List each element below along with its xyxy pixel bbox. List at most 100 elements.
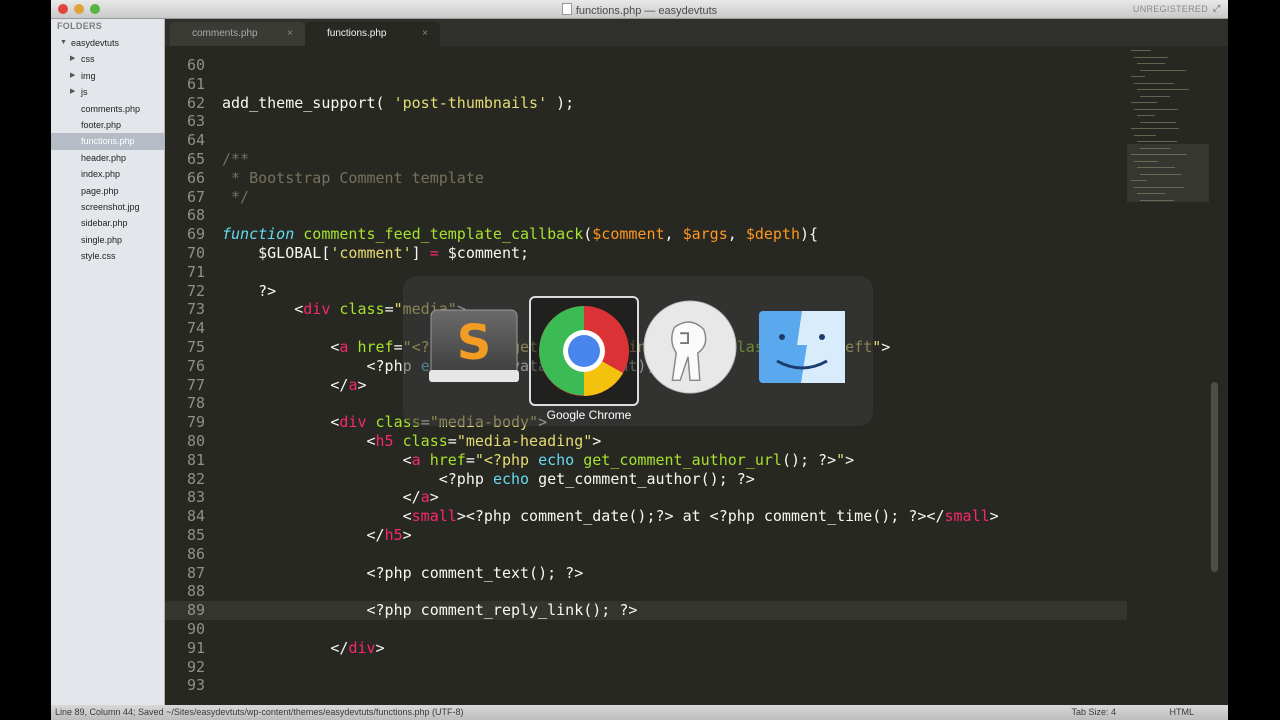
app-switcher: S Google Chrome <box>403 276 873 426</box>
code-line[interactable]: 85 </h5> <box>165 526 1205 545</box>
code-text: </a> <box>222 488 439 507</box>
google-chrome-app-icon[interactable] <box>529 296 639 406</box>
tab-bar: comments.php × functions.php × <box>165 19 1228 46</box>
folder-sidebar: FOLDERS ▼ easydevtuts ▶ css ▶ img ▶ js c… <box>51 19 165 705</box>
minimap-stroke <box>1134 82 1174 84</box>
code-line[interactable]: 66 * Bootstrap Comment template <box>165 169 1205 188</box>
minimap-stroke <box>1140 173 1182 175</box>
tab-size-selector[interactable]: Tab Size: 4 <box>1071 705 1116 720</box>
sublime-text-app-icon[interactable]: S <box>425 298 523 396</box>
code-text: * Bootstrap Comment template <box>222 168 484 187</box>
line-number: 62 <box>186 93 205 112</box>
close-tab-icon[interactable]: × <box>287 22 293 46</box>
code-line[interactable]: 86 <box>165 545 1205 564</box>
tab-comments-php[interactable]: comments.php × <box>170 22 305 46</box>
code-line[interactable]: 61 <box>165 75 1205 94</box>
line-number: 85 <box>186 526 205 544</box>
code-line[interactable]: 60 <box>165 56 1205 75</box>
line-number: 72 <box>186 281 205 300</box>
sidebar-file[interactable]: sidebar.php <box>51 215 164 231</box>
code-line[interactable]: 82 <?php echo get_comment_author(); ?> <box>165 470 1205 489</box>
line-number: 64 <box>186 131 205 150</box>
minimap-stroke <box>1131 102 1157 103</box>
code-line[interactable]: 81 <a href="<?php echo get_comment_autho… <box>165 451 1205 470</box>
line-number: 74 <box>186 319 205 338</box>
line-number: 93 <box>186 676 205 695</box>
code-text: */ <box>222 187 250 206</box>
vertical-scrollbar[interactable] <box>1211 382 1218 572</box>
code-line[interactable]: 92 <box>165 658 1205 677</box>
code-line[interactable]: 88 <box>165 582 1205 601</box>
line-number: 75 <box>186 338 205 356</box>
window-title: functions.php — easydevtuts <box>51 3 1228 17</box>
code-line[interactable]: 63 <box>165 112 1205 131</box>
line-number: 91 <box>186 638 205 657</box>
sidebar-folder-label: css <box>81 54 95 65</box>
code-line[interactable]: 91 </div> <box>165 639 1205 658</box>
syntax-selector[interactable]: HTML <box>1170 705 1195 720</box>
code-line[interactable]: 65 /** <box>165 150 1205 169</box>
collapsed-triangle-icon: ▶ <box>70 55 76 63</box>
sidebar-root-folder[interactable]: ▼ easydevtuts <box>51 35 164 51</box>
code-line[interactable]: 68 <box>165 206 1205 225</box>
window-title-text: functions.php — easydevtuts <box>575 5 718 17</box>
sidebar-file[interactable]: style.css <box>51 248 164 264</box>
sidebar-folder-js[interactable]: ▶ js <box>51 84 164 100</box>
code-line[interactable]: 87 <?php comment_text(); ?> <box>165 564 1205 583</box>
line-number: 71 <box>186 262 205 281</box>
sidebar-file[interactable]: page.php <box>51 183 164 199</box>
sidebar-file[interactable]: header.php <box>51 150 164 166</box>
minimap-stroke <box>1140 69 1186 71</box>
minimap-stroke <box>1131 50 1151 51</box>
code-line[interactable]: 62 add_theme_support( 'post-thumbnails' )… <box>165 94 1205 113</box>
finder-app-icon[interactable] <box>753 298 851 396</box>
code-text: /** <box>222 150 250 168</box>
line-number: 80 <box>186 432 205 450</box>
line-number: 67 <box>186 187 205 206</box>
code-text: <a href="<?php echo get_comment_author_u… <box>222 450 855 469</box>
fullscreen-icon[interactable]: ⤢ <box>1213 3 1223 13</box>
line-number: 63 <box>186 112 205 131</box>
sidebar-file[interactable]: footer.php <box>51 117 164 133</box>
document-icon <box>561 3 572 15</box>
sidebar-file[interactable]: index.php <box>51 166 164 182</box>
minimap-stroke <box>1134 160 1158 162</box>
sidebar-file[interactable]: screenshot.jpg <box>51 199 164 215</box>
minimap-stroke <box>1137 115 1155 116</box>
line-number: 68 <box>186 206 205 225</box>
code-line[interactable]: 80 <h5 class="media-heading"> <box>165 432 1205 451</box>
code-line[interactable]: 89 <?php comment_reply_link(); ?> <box>165 601 1205 620</box>
sequel-pro-app-icon[interactable] <box>641 298 739 396</box>
line-number: 73 <box>186 300 205 319</box>
code-line[interactable]: 84 <small><?php comment_date();?> at <?p… <box>165 507 1205 526</box>
line-number: 78 <box>186 394 205 413</box>
sidebar-file[interactable]: comments.php <box>51 101 164 117</box>
code-line[interactable]: 70 $GLOBAL['comment'] = $comment; <box>165 244 1205 263</box>
code-line[interactable]: 69 function comments_feed_template_callba… <box>165 225 1205 244</box>
code-line[interactable]: 67 */ <box>165 188 1205 207</box>
sidebar-file-selected[interactable]: functions.php <box>51 133 164 150</box>
tab-label: comments.php <box>192 28 258 39</box>
code-line[interactable]: 64 <box>165 131 1205 150</box>
code-line[interactable]: 93 <box>165 676 1205 695</box>
sidebar-header: FOLDERS <box>57 21 103 31</box>
tab-functions-php[interactable]: functions.php × <box>305 22 440 46</box>
minimap-stroke <box>1134 186 1184 188</box>
minimap-stroke <box>1140 95 1170 97</box>
line-number: 60 <box>186 56 205 74</box>
sidebar-folder-css[interactable]: ▶ css <box>51 51 164 67</box>
minimap-stroke <box>1137 167 1175 168</box>
code-text: </div> <box>222 638 385 657</box>
sidebar-file[interactable]: single.php <box>51 232 164 248</box>
code-line[interactable]: 90 <box>165 620 1205 639</box>
close-tab-icon[interactable]: × <box>422 22 428 46</box>
minimap[interactable] <box>1127 46 1217 705</box>
line-number: 65 <box>186 150 205 168</box>
line-number: 61 <box>186 74 205 93</box>
collapsed-triangle-icon: ▶ <box>70 88 76 96</box>
code-line[interactable]: 83 </a> <box>165 488 1205 507</box>
minimap-stroke <box>1131 128 1179 129</box>
minimap-stroke <box>1131 180 1147 181</box>
sidebar-folder-img[interactable]: ▶ img <box>51 68 164 84</box>
code-text: </h5> <box>222 526 412 544</box>
